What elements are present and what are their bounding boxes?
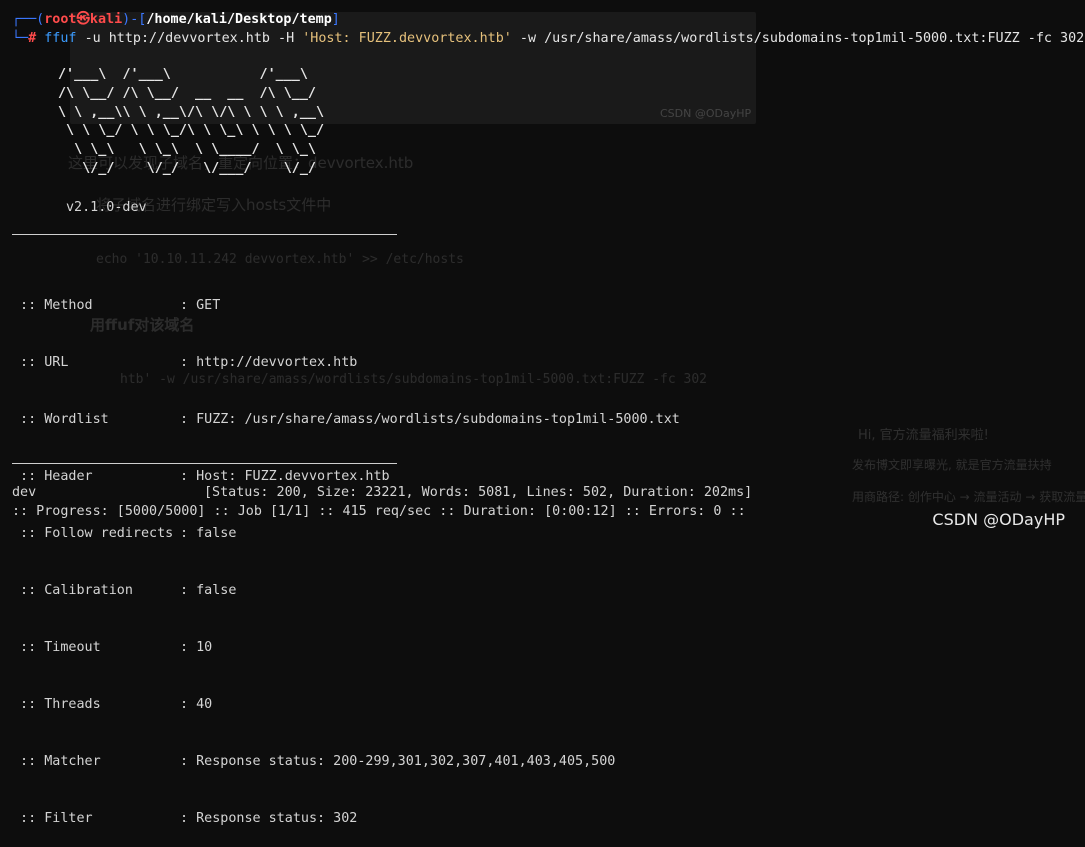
- result-details: [Status: 200, Size: 23221, Words: 5081, …: [204, 485, 753, 500]
- config-key: :: Method: [12, 298, 93, 313]
- config-key: :: Timeout: [12, 640, 101, 655]
- config-row: :: Filter : Response status: 302: [12, 809, 680, 828]
- config-row: :: Follow redirects: false: [12, 524, 680, 543]
- ffuf-banner-art: /'___\ /'___\ /'___\ /\ \__/ /\ \__/ __ …: [58, 67, 325, 176]
- prompt-at: ㉿: [76, 12, 90, 27]
- prompt-user: root: [44, 12, 77, 27]
- command-rest: -w /usr/share/amass/wordlists/subdomains…: [511, 31, 1085, 46]
- command-name: ffuf: [44, 31, 77, 46]
- config-key: :: Threads: [12, 697, 101, 712]
- divider: [12, 234, 397, 235]
- config-key: :: Matcher: [12, 754, 101, 769]
- config-value: : 40: [180, 697, 213, 712]
- command-line[interactable]: └─# ffuf -u http://devvortex.htb -H 'Hos…: [12, 29, 1084, 48]
- prompt-host: kali: [89, 12, 123, 27]
- prompt-symbol: #: [28, 31, 37, 46]
- config-list: :: Method : GET :: URL : http://devvortex.…: [12, 258, 680, 847]
- config-key: :: Calibration: [12, 583, 133, 598]
- config-key: :: Follow redirects: [12, 526, 174, 541]
- config-row: :: Method : GET: [12, 296, 680, 315]
- config-row: :: URL : http://devvortex.htb: [12, 353, 680, 372]
- prompt-header: ┌──(root㉿kali)-[/home/kali/Desktop/temp]: [12, 12, 340, 27]
- command-args: -u http://devvortex.htb -H: [84, 31, 303, 46]
- background-side-text: Hi, 官方流量福利来啦!: [858, 428, 989, 443]
- config-value: : FUZZ: /usr/share/amass/wordlists/subdo…: [180, 412, 680, 427]
- progress-line: :: Progress: [5000/5000] :: Job [1/1] ::…: [12, 504, 746, 519]
- config-key: :: URL: [12, 355, 69, 370]
- config-row: :: Matcher : Response status: 200-299,301…: [12, 752, 680, 771]
- config-value: : http://devvortex.htb: [180, 355, 358, 370]
- config-value: : Host: FUZZ.devvortex.htb: [180, 469, 390, 484]
- result-name: dev: [12, 485, 37, 500]
- divider: [12, 463, 397, 464]
- background-side-text: 发布博文即享曝光, 就是官方流量扶持: [852, 458, 1052, 472]
- config-row: :: Timeout : 10: [12, 638, 680, 657]
- config-row: :: Header : Host: FUZZ.devvortex.htb: [12, 467, 680, 486]
- config-value: : Response status: 200-299,301,302,307,4…: [180, 754, 616, 769]
- command-header-string: 'Host: FUZZ.devvortex.htb': [302, 31, 512, 46]
- config-row: :: Wordlist : FUZZ: /usr/share/amass/word…: [12, 410, 680, 429]
- config-key: :: Wordlist: [12, 412, 109, 427]
- config-row: :: Calibration : false: [12, 581, 680, 600]
- config-key: :: Filter: [12, 811, 93, 826]
- config-value: : Response status: 302: [180, 811, 358, 826]
- config-key: :: Header: [12, 469, 93, 484]
- result-row: dev [Status: 200, Size: 23221, Words: 508…: [12, 485, 752, 500]
- config-value: : 10: [180, 640, 213, 655]
- config-value: : false: [180, 583, 237, 598]
- background-caption: CSDN @ODayHP: [660, 107, 752, 120]
- watermark: CSDN @ODayHP: [932, 510, 1065, 529]
- config-row: :: Threads : 40: [12, 695, 680, 714]
- background-side-text: 用商路径: 创作中心 → 流量活动 → 获取流量: [852, 490, 1085, 504]
- prompt-cwd: /home/kali/Desktop/temp: [146, 12, 332, 27]
- config-value: : GET: [180, 298, 221, 313]
- ffuf-version: v2.1.0-dev: [66, 200, 147, 215]
